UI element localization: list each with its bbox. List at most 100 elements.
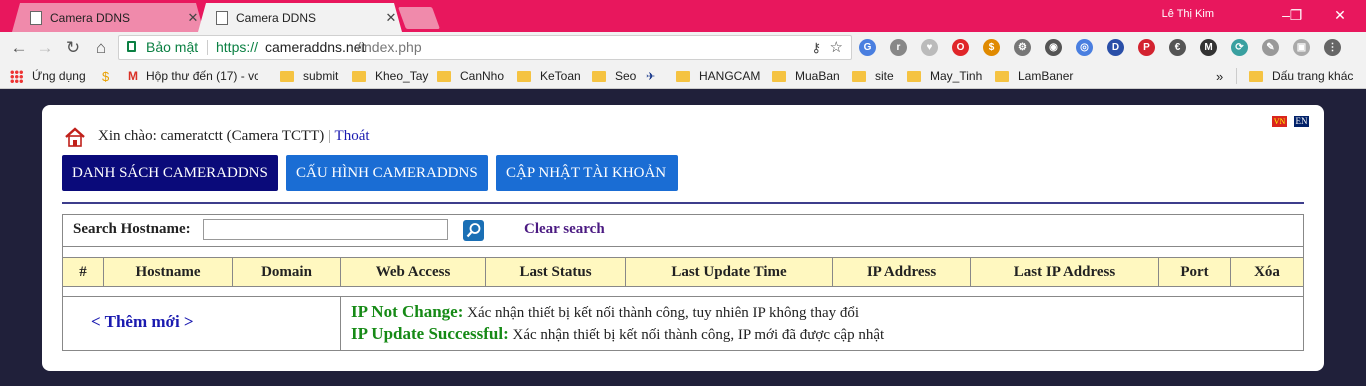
lock-icon bbox=[127, 41, 136, 52]
flag-uk-icon[interactable]: EN bbox=[1294, 116, 1309, 127]
bookmark-folder[interactable]: May_Tinh bbox=[907, 68, 982, 84]
profile-name[interactable]: Lê Thị Kim bbox=[1162, 8, 1214, 20]
folder-icon bbox=[352, 70, 366, 82]
bookmark-folder[interactable]: Kheo_Tay bbox=[352, 68, 428, 84]
browser-tab[interactable]: Camera DDNS ✕ bbox=[12, 3, 204, 32]
apps-grid-icon bbox=[10, 69, 23, 83]
bookmark-label: KeToan bbox=[540, 69, 581, 83]
apps-shortcut[interactable]: Ứng dụng bbox=[10, 68, 86, 84]
bookmark-icon-item[interactable]: ✈ bbox=[646, 68, 655, 84]
divider bbox=[207, 40, 208, 55]
bookmark-label: LamBaner bbox=[1018, 69, 1074, 83]
coin-icon: $ bbox=[102, 68, 110, 84]
extension-icon[interactable]: ◉ bbox=[1045, 39, 1062, 56]
airline-icon: ✈ bbox=[646, 70, 656, 83]
address-bar[interactable]: Bảo mật https:// cameraddns.net /index.p… bbox=[118, 35, 852, 60]
bookmark-label: HANGCAM bbox=[699, 69, 761, 83]
greeting: Xin chào: cameratctt (Camera TCTT) | Tho… bbox=[98, 128, 370, 145]
column-header: Last Update Time bbox=[626, 258, 833, 286]
extension-icon[interactable]: ⋮ bbox=[1324, 39, 1341, 56]
bookmark-label: Hộp thư đến (17) - vc bbox=[146, 69, 258, 83]
close-window-button[interactable]: ✕ bbox=[1320, 4, 1360, 26]
key-icon[interactable]: ⚷ bbox=[811, 36, 821, 59]
clear-search-link[interactable]: Clear search bbox=[524, 221, 605, 238]
greeting-text: Xin chào: cameratctt (Camera TCTT) bbox=[98, 128, 325, 144]
bookmark-label: Seo bbox=[615, 69, 637, 83]
tab-camera-list[interactable]: DANH SÁCH CAMERADDNS bbox=[62, 155, 278, 191]
bookmark-folder[interactable]: Seo bbox=[592, 68, 636, 84]
bookmark-folder[interactable]: LamBaner bbox=[995, 68, 1073, 84]
forward-icon[interactable]: → bbox=[34, 37, 56, 59]
search-input[interactable] bbox=[203, 219, 448, 240]
divider bbox=[1236, 68, 1237, 84]
extension-icon[interactable]: € bbox=[1169, 39, 1186, 56]
extension-icon[interactable]: ▣ bbox=[1293, 39, 1310, 56]
logout-link[interactable]: Thoát bbox=[335, 128, 370, 144]
tab-camera-config[interactable]: CẤU HÌNH CAMERADDNS bbox=[286, 155, 488, 191]
column-header: Last Status bbox=[486, 258, 626, 286]
extension-icon[interactable]: P bbox=[1138, 39, 1155, 56]
bookmark-folder[interactable]: CanNho bbox=[437, 68, 504, 84]
bookmark-icon-item[interactable]: $ bbox=[102, 68, 109, 84]
restore-button[interactable]: ❐ bbox=[1276, 4, 1316, 26]
tab-strip: Camera DDNS ✕ Camera DDNS ✕ Lê Thị Kim –… bbox=[0, 0, 1366, 32]
table-footer: < Thêm mới > IP Not Change: Xác nhận thi… bbox=[63, 297, 1303, 351]
browser-tab-active[interactable]: Camera DDNS ✕ bbox=[198, 3, 402, 32]
legend-text: Xác nhận thiết bị kết nối thành công, tu… bbox=[467, 305, 860, 321]
browser-toolbar: ← → ↻ ⌂ Bảo mật https:// cameraddns.net … bbox=[0, 32, 1366, 63]
tab-account-update[interactable]: CẬP NHẬT TÀI KHOẢN bbox=[496, 155, 678, 191]
column-header: # bbox=[63, 258, 104, 286]
reload-icon[interactable]: ↻ bbox=[62, 37, 84, 59]
extension-icon[interactable]: ♥ bbox=[921, 39, 938, 56]
bookmark-folder[interactable]: MuaBan bbox=[772, 68, 840, 84]
extension-icon[interactable]: O bbox=[952, 39, 969, 56]
back-icon[interactable]: ← bbox=[8, 37, 30, 59]
bookmark-folder[interactable]: submit bbox=[280, 68, 338, 84]
extension-icon[interactable]: ⟳ bbox=[1231, 39, 1248, 56]
apps-label: Ứng dụng bbox=[32, 69, 86, 83]
extension-icon[interactable]: r bbox=[890, 39, 907, 56]
extension-icon[interactable]: ✎ bbox=[1262, 39, 1279, 56]
url-host: cameraddns.net bbox=[265, 39, 366, 55]
search-button[interactable] bbox=[463, 220, 484, 241]
new-tab-button[interactable] bbox=[397, 7, 441, 29]
bookmark-gmail[interactable]: M Hộp thư đến (17) - vc bbox=[128, 68, 258, 84]
legend-item: IP Update Successful: Xác nhận thiết bị … bbox=[351, 324, 884, 344]
folder-icon bbox=[995, 70, 1009, 82]
bookmark-folder[interactable]: site bbox=[852, 68, 894, 84]
extension-icon[interactable]: ◎ bbox=[1076, 39, 1093, 56]
home-icon[interactable] bbox=[64, 127, 86, 147]
folder-icon bbox=[437, 70, 451, 82]
tab-title: Camera DDNS bbox=[236, 10, 317, 25]
bookmark-folder[interactable]: KeToan bbox=[517, 68, 581, 84]
column-header: IP Address bbox=[833, 258, 971, 286]
extension-icon[interactable]: $ bbox=[983, 39, 1000, 56]
add-new-link[interactable]: < Thêm mới > bbox=[91, 312, 194, 332]
extension-icon[interactable]: D bbox=[1107, 39, 1124, 56]
close-tab-icon[interactable]: ✕ bbox=[380, 10, 402, 26]
bookmarks-overflow[interactable]: » bbox=[1216, 68, 1223, 84]
extension-icon[interactable]: G bbox=[859, 39, 876, 56]
legend-item: IP Not Change: Xác nhận thiết bị kết nối… bbox=[351, 302, 859, 322]
other-bookmarks[interactable]: Dấu trang khác bbox=[1249, 68, 1353, 84]
page-icon bbox=[30, 11, 42, 25]
flag-vietnam-icon[interactable]: VN bbox=[1272, 116, 1287, 127]
folder-icon bbox=[280, 70, 294, 82]
bookmark-label: MuaBan bbox=[795, 69, 840, 83]
column-header: Web Access bbox=[341, 258, 486, 286]
extension-icon[interactable]: ⚙ bbox=[1014, 39, 1031, 56]
bookmark-folder[interactable]: HANGCAM bbox=[676, 68, 760, 84]
column-header: Hostname bbox=[104, 258, 233, 286]
secure-label[interactable]: Bảo mật bbox=[146, 36, 198, 59]
bookmark-label: site bbox=[875, 69, 894, 83]
folder-icon bbox=[907, 70, 921, 82]
url-scheme: https:// bbox=[216, 39, 259, 55]
gmail-icon: M bbox=[128, 69, 138, 83]
extension-icon[interactable]: M bbox=[1200, 39, 1217, 56]
bookmark-label: Kheo_Tay bbox=[375, 69, 429, 83]
greeting-separator: | bbox=[328, 128, 332, 144]
home-icon[interactable]: ⌂ bbox=[90, 37, 112, 59]
column-header: Domain bbox=[233, 258, 341, 286]
search-icon bbox=[466, 223, 481, 238]
bookmark-star-icon[interactable]: ☆ bbox=[830, 36, 843, 59]
